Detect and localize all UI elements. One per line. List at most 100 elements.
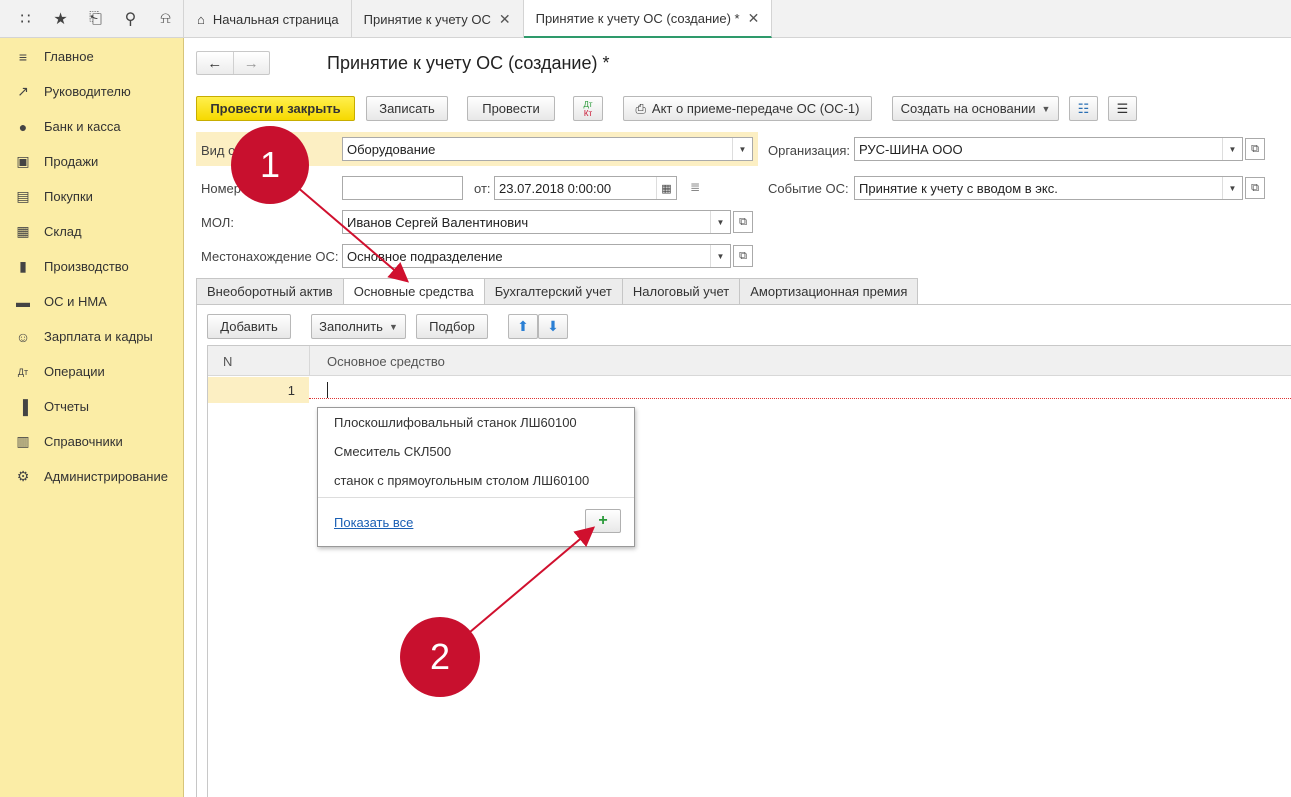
back-arrow-icon[interactable]: ← [197,52,233,74]
create-based-on-button[interactable]: Создать на основании ▼ [892,96,1059,121]
number-field[interactable] [342,176,463,200]
dropdown-item[interactable]: Смеситель СКЛ500 [334,444,451,459]
sidebar-item-main[interactable]: ≡ Главное [0,39,183,74]
top-bar: ∷ ★ ⎗ ⚲ ⍾ ⌂ Начальная страница Принятие … [0,0,1291,38]
person-icon: ☺ [15,328,31,345]
create-based-on-label: Создать на основании [900,101,1036,116]
chevron-down-icon[interactable]: ▼ [710,211,730,233]
calendar-icon[interactable]: ▦ [656,177,676,199]
comment-icon[interactable]: ≣ [690,180,700,194]
sidebar-item-sales[interactable]: ▣ Продажи [0,144,183,179]
sidebar-item-reports[interactable]: ▐ Отчеты [0,389,183,424]
search-icon[interactable]: ⚲ [113,0,148,38]
tab-depreciation-bonus[interactable]: Амортизационная премия [740,278,919,305]
show-all-link[interactable]: Показать все [334,515,413,530]
table-border [207,345,208,797]
chevron-down-icon[interactable]: ▼ [710,245,730,267]
fill-label: Заполнить [319,319,383,334]
move-down-button[interactable]: ⬇ [538,314,568,339]
create-new-button[interactable]: + [585,509,621,533]
open-mol-button[interactable]: ⧉ [733,211,753,233]
sidebar-item-warehouse[interactable]: ▦ Склад [0,214,183,249]
event-field[interactable]: Принятие к учету с вводом в экс. ▼ [854,176,1243,200]
sidebar-item-operations[interactable]: Дт Операции [0,354,183,389]
sidebar-item-label: Склад [44,224,82,239]
sidebar-item-catalogs[interactable]: ▥ Справочники [0,424,183,459]
sidebar-item-label: Покупки [44,189,93,204]
tab-fixed-assets[interactable]: Основные средства [343,278,485,305]
forward-arrow-icon[interactable]: → [232,52,270,74]
sidebar-item-production[interactable]: ▮ Производство [0,249,183,284]
location-field[interactable]: Основное подразделение ▼ [342,244,731,268]
tab-body-border [196,304,197,797]
organization-field[interactable]: РУС-ШИНА ООО ▼ [854,137,1243,161]
organization-label: Организация: [768,143,851,158]
more-button[interactable]: ☰ [1108,96,1137,121]
chevron-down-icon[interactable]: ▼ [732,138,752,160]
coin-icon: ● [18,118,28,135]
tab-os-create[interactable]: Принятие к учету ОС (создание) * ✕ [523,0,773,38]
sidebar-item-salary[interactable]: ☺ Зарплата и кадры [0,319,183,354]
sidebar-item-label: Банк и касса [44,119,121,134]
plus-icon: + [598,512,608,529]
close-icon[interactable]: ✕ [748,10,760,27]
text-cursor [327,382,328,398]
table-row-asset-cell[interactable] [309,398,1291,399]
sidebar-item-admin[interactable]: ⚙ Администрирование [0,459,183,494]
sidebar-item-label: Главное [44,49,94,64]
select-button[interactable]: Подбор [416,314,488,339]
open-organization-button[interactable]: ⧉ [1245,138,1265,160]
chevron-down-icon: ▼ [1041,103,1051,114]
dt-kt-button[interactable]: Дт Кт [573,96,603,121]
chevron-down-icon[interactable]: ▼ [1222,177,1242,199]
open-location-button[interactable]: ⧉ [733,245,753,267]
sections-sidebar: ≡ Главное ↗ Руководителю ● Банк и касса ▣ Пр… [0,38,184,797]
move-up-button[interactable]: ⬆ [508,314,538,339]
apps-grid-icon[interactable]: ∷ [8,0,43,38]
print-act-button[interactable]: ⎙ Акт о приеме-передаче ОС (ОС-1) [623,96,872,121]
add-row-button[interactable]: Добавить [207,314,291,339]
structure-button[interactable]: ☷ [1069,96,1098,121]
gear-icon: ⚙ [16,468,30,484]
post-and-close-button[interactable]: Провести и закрыть [196,96,355,121]
date-from-label: от: [474,181,491,196]
tab-noncurrent-asset[interactable]: Внеоборотный актив [196,278,344,305]
sidebar-item-fixed-assets[interactable]: ▬ ОС и НМА [0,284,183,319]
close-icon[interactable]: ✕ [499,11,511,28]
date-field[interactable]: 23.07.2018 0:00:00 ▦ [494,176,677,200]
column-n[interactable]: N [223,346,232,376]
type-label: Вид о [201,143,236,158]
sidebar-item-label: Продажи [44,154,99,169]
tab-home[interactable]: ⌂ Начальная страница [185,0,352,38]
tab-tax[interactable]: Налоговый учет [622,278,741,305]
location-value: Основное подразделение [347,248,503,264]
column-asset[interactable]: Основное средство [327,346,445,376]
type-field[interactable]: Оборудование ▼ [342,137,753,161]
dropdown-item[interactable]: станок с прямоугольным столом ЛШ60100 [334,473,589,488]
sidebar-item-manager[interactable]: ↗ Руководителю [0,74,183,109]
sidebar-item-bank[interactable]: ● Банк и касса [0,109,183,144]
open-event-button[interactable]: ⧉ [1245,177,1265,199]
mol-field[interactable]: Иванов Сергей Валентинович ▼ [342,210,731,234]
favorites-star-icon[interactable]: ★ [43,0,78,38]
history-nav: ← → [196,51,270,75]
location-label: Местонахождение ОС: [201,249,339,264]
notifications-bell-icon[interactable]: ⍾ [148,0,183,38]
tab-accounting[interactable]: Бухгалтерский учет [484,278,623,305]
factory-icon: ▮ [19,258,27,274]
table-row-number[interactable]: 1 [208,377,309,403]
fill-button[interactable]: Заполнить ▼ [311,314,406,339]
asset-autocomplete-dropdown: Плоскошлифовальный станок ЛШ60100 Смесит… [317,407,635,547]
event-value: Принятие к учету с вводом в экс. [859,180,1058,196]
tab-os-list[interactable]: Принятие к учету ОС ✕ [352,0,524,38]
sidebar-item-purchases[interactable]: ▤ Покупки [0,179,183,214]
dropdown-item[interactable]: Плоскошлифовальный станок ЛШ60100 [334,415,577,430]
history-icon[interactable]: ⎗ [78,0,113,38]
sidebar-item-label: Справочники [44,434,123,449]
organization-value: РУС-ШИНА ООО [859,141,963,157]
post-button[interactable]: Провести [467,96,555,121]
annotation-marker-1: 1 [231,126,309,204]
save-button[interactable]: Записать [366,96,448,121]
chevron-down-icon[interactable]: ▼ [1222,138,1242,160]
bag-icon: ▣ [16,153,30,169]
